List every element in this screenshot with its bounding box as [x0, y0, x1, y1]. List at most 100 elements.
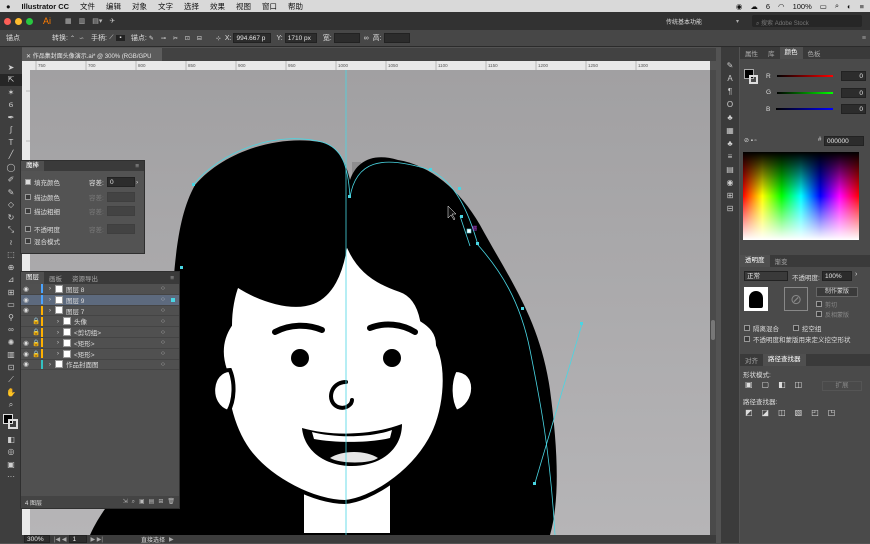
- eyedropper-tool-icon[interactable]: ⚲: [0, 311, 22, 324]
- selected-anchor[interactable]: [466, 228, 472, 234]
- opacity-mask-checkbox[interactable]: [744, 336, 750, 342]
- hide-handles-icon[interactable]: ▪: [115, 35, 125, 41]
- none-white-black-swatches[interactable]: ⊘ ▪ ▫: [744, 137, 757, 144]
- tab-layers[interactable]: 图层: [21, 272, 44, 284]
- cut-path-icon[interactable]: ✂: [171, 35, 180, 42]
- object-thumbnail[interactable]: [744, 287, 768, 311]
- target-circle-icon[interactable]: ○: [161, 339, 165, 346]
- symbols-icon[interactable]: ♣: [727, 113, 732, 122]
- menu-help[interactable]: 帮助: [288, 1, 303, 12]
- graph-tool-icon[interactable]: ▥: [0, 349, 22, 362]
- red-slider[interactable]: [776, 75, 833, 78]
- vertical-scrollbar[interactable]: [710, 70, 716, 535]
- visibility-eye-icon[interactable]: ◉: [21, 360, 31, 368]
- menu-select[interactable]: 选择: [184, 1, 199, 12]
- artboard-tool-icon[interactable]: ⊡: [0, 361, 22, 374]
- more-tools-icon[interactable]: ···: [0, 471, 22, 484]
- stroke-weight-checkbox[interactable]: [25, 208, 31, 215]
- blue-value[interactable]: 0: [840, 104, 866, 115]
- layer-actions-icon[interactable]: ⇲⌕▣▤⊞🗑: [123, 498, 179, 506]
- menu-view[interactable]: 视图: [236, 1, 251, 12]
- tab-color[interactable]: 颜色: [779, 47, 803, 59]
- blend-tool-icon[interactable]: ∞: [0, 324, 22, 337]
- lock-icon[interactable]: 🔒: [31, 328, 41, 336]
- isolate-checkbox[interactable]: [744, 325, 750, 331]
- tab-artboards[interactable]: 画板: [44, 273, 67, 283]
- tab-pathfinder[interactable]: 路径查找器: [763, 354, 806, 366]
- layer-row[interactable]: ◉ › 图层 8 ○: [21, 284, 179, 295]
- knockout-checkbox[interactable]: [792, 325, 799, 331]
- layers-menu-icon[interactable]: ≡: [165, 275, 179, 282]
- zoom-tool-icon[interactable]: ⌕: [0, 399, 22, 412]
- line-tool-icon[interactable]: ╱: [0, 149, 22, 162]
- symbol-sprayer-tool-icon[interactable]: ✺: [0, 336, 22, 349]
- eraser-tool-icon[interactable]: ◇: [0, 199, 22, 212]
- layer-row[interactable]: ◉ › 图层 9 ○: [21, 294, 179, 306]
- curvature-tool-icon[interactable]: ∫: [0, 124, 22, 137]
- make-mask-button[interactable]: 制作蒙版: [816, 287, 858, 297]
- shape-mode-buttons-icon[interactable]: ▣▢◧◫: [745, 380, 811, 389]
- draw-mode-icon[interactable]: ◎: [0, 446, 22, 459]
- slice-tool-icon[interactable]: ⟋: [0, 374, 22, 387]
- target-circle-icon[interactable]: ○: [161, 307, 165, 314]
- clip-checkbox[interactable]: [816, 301, 822, 307]
- workspace-dropdown-icon[interactable]: ▾: [736, 18, 739, 25]
- document-tab[interactable]: ✕ 作品集封面头像演示.ai* @ 300% (RGB/GPU 预览): [22, 48, 162, 69]
- status-menu-icon[interactable]: ▶: [169, 536, 174, 543]
- cloud-icon[interactable]: ☁: [750, 2, 758, 11]
- lock-icon[interactable]: 🔒: [31, 317, 41, 325]
- tab-align[interactable]: 对齐: [740, 355, 763, 365]
- close-window-icon[interactable]: [4, 17, 11, 25]
- visibility-eye-icon[interactable]: ◉: [21, 339, 31, 347]
- width-field[interactable]: [333, 33, 360, 43]
- layer-row[interactable]: ◉ › 图层 7 ○: [21, 305, 179, 317]
- menu-object[interactable]: 对象: [132, 1, 147, 12]
- color-mode-icon[interactable]: ◧: [0, 433, 22, 446]
- target-circle-icon[interactable]: ○: [161, 350, 165, 357]
- height-field[interactable]: [383, 33, 410, 43]
- expand-arrow-icon[interactable]: ›: [53, 329, 63, 336]
- visibility-eye-icon[interactable]: ◉: [21, 296, 31, 304]
- expand-arrow-icon[interactable]: ›: [53, 350, 63, 357]
- battery-icon[interactable]: ▭: [820, 2, 827, 11]
- y-position-field[interactable]: 1710 px: [284, 33, 317, 43]
- target-circle-icon[interactable]: ○: [161, 318, 165, 325]
- adobe-stock-search[interactable]: ⌕ 搜索 Adobe Stock: [752, 15, 862, 27]
- visibility-eye-icon[interactable]: ◉: [21, 306, 31, 314]
- left-ear[interactable]: [211, 367, 236, 415]
- lock-icon[interactable]: 🔒: [31, 339, 41, 347]
- target-circle-icon[interactable]: ○: [161, 361, 165, 368]
- send-icon[interactable]: ✈: [109, 17, 115, 25]
- lock-icon[interactable]: 🔒: [31, 350, 41, 358]
- character-icon[interactable]: A: [727, 74, 732, 83]
- menu-app-name[interactable]: Illustrator CC: [22, 2, 70, 11]
- stock-icon[interactable]: ▥: [79, 17, 86, 25]
- target-circle-icon[interactable]: ○: [161, 296, 165, 303]
- show-handles-icon[interactable]: ⟋: [107, 35, 116, 42]
- siri-icon[interactable]: ◐: [847, 2, 852, 11]
- menu-list-icon[interactable]: ≡: [860, 2, 864, 11]
- screen-mode-icon[interactable]: ▣: [0, 458, 22, 471]
- opacity-field[interactable]: 100%: [822, 271, 852, 281]
- expand-arrow-icon[interactable]: ›: [45, 285, 55, 292]
- left-eye[interactable]: [291, 349, 309, 367]
- selection-tool-icon[interactable]: ➤: [0, 61, 22, 74]
- wifi-icon[interactable]: ◠: [778, 2, 785, 11]
- close-tab-icon[interactable]: ✕: [26, 54, 31, 60]
- remove-anchor-icon[interactable]: ✎: [147, 35, 156, 42]
- x-position-field[interactable]: 994.667 p: [233, 33, 272, 43]
- convert-smooth-icon[interactable]: ∽: [77, 35, 86, 42]
- expand-arrow-icon[interactable]: ›: [45, 296, 55, 303]
- mask-thumbnail[interactable]: ⊘: [784, 287, 808, 311]
- tab-transparency[interactable]: 透明度: [740, 255, 770, 267]
- layer-row[interactable]: 🔒 › <剪切组> ○: [21, 327, 179, 338]
- isolate-icon[interactable]: ⊡: [183, 35, 192, 42]
- direct-selection-tool-icon[interactable]: ⇱: [0, 73, 22, 86]
- layer-row[interactable]: ◉ › 作品封面图 ○: [21, 359, 179, 371]
- paragraph-icon[interactable]: ¶: [728, 87, 732, 96]
- gradient-icon[interactable]: ▤: [726, 165, 734, 174]
- zoom-window-icon[interactable]: [26, 17, 33, 25]
- pencil-tool-icon[interactable]: ✎: [0, 186, 22, 199]
- menu-edit[interactable]: 编辑: [106, 1, 121, 12]
- convert-corner-icon[interactable]: ⌃: [68, 35, 77, 42]
